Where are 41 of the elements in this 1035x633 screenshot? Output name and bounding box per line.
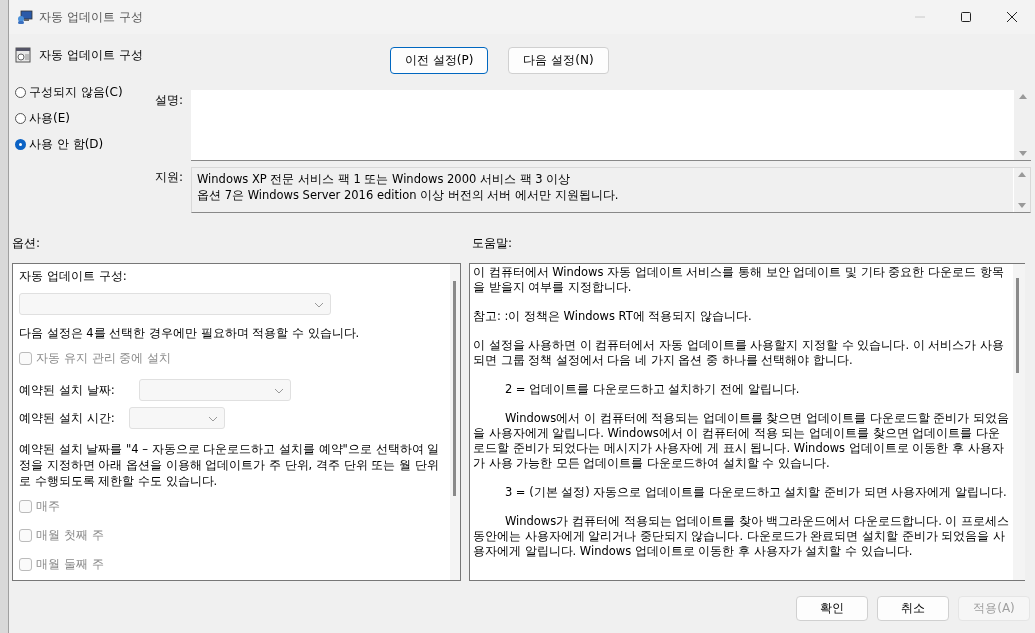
help-paragraph: 이 컴퓨터에서 Windows 자동 업데이트 서비스를 통해 보안 업데이트 및 기타 중요한 다운로드 항목을 받을지 여부를 지정합니다. [472, 265, 1005, 295]
help-paragraph: 이 설정을 사용하면 이 컴퓨터에서 자동 업데이트를 사용할지 지정할 수 있습니다. 이 서비스가 사용되면 그룹 정책 설정에서 다음 네 가지 옵션 중 하나를 선택해야 합니다. [472, 338, 1006, 368]
window-title: 자동 업데이트 구성 [39, 8, 143, 26]
help-paragraph: 참고: :이 정책은 Windows RT에 적용되지 않습니다. [472, 309, 753, 324]
help-paragraph: Windows에서 이 컴퓨터에 적용되는 업데이트를 찾으면 업데이트를 다운로드할 준비가 되었음을 사용자에게 알립니다. Windows에서 이 컴퓨터에 적용 되는 업데이트를 찾으면 업데이트를 다운로드할 준비가 되었다는 메시지가 사용자에 게 표시 됩니다. Windows 업데이트로 이동한 후 사용자가 사용 가능한 모든 업데이트를 다운로드하여 설치할 수 있습니다. [472, 411, 1010, 471]
option-label: 예약된 설치 날짜: [19, 381, 116, 399]
nav-button[interactable]: 다음 설정(N) [508, 47, 609, 74]
scroll-up-icon[interactable] [1018, 93, 1027, 99]
section-label: 도움말: [470, 235, 513, 252]
scrollbar-thumb[interactable] [452, 281, 456, 496]
radio-button[interactable] [15, 113, 26, 124]
support-text: 옵션 7은 Windows Server 2016 edition 이상 버전의 서버 에서만 지원됩니다. [197, 187, 620, 203]
setting-title: 자동 업데이트 구성 [39, 46, 143, 64]
dialog-button[interactable]: 취소 [877, 596, 949, 621]
option-label: 예약된 설치 시간: [19, 409, 116, 427]
description-field[interactable] [191, 90, 1031, 161]
scroll-up-icon[interactable] [1018, 171, 1026, 177]
field-label: 설명: [155, 92, 185, 109]
section-label: 옵션: [12, 235, 42, 252]
nav-button[interactable]: 이전 설정(P) [390, 47, 489, 74]
radio-label[interactable]: 구성되지 않음(C) [29, 84, 123, 101]
help-paragraph: 2 = 업데이트를 다운로드하고 설치하기 전에 알립니다. [503, 382, 801, 397]
settings-page-icon [15, 47, 31, 63]
radio-label[interactable]: 사용 안 함(D) [29, 136, 104, 153]
dialog-button[interactable]: 확인 [796, 596, 868, 621]
computer-icon [17, 9, 33, 25]
scrollbar-thumb[interactable] [1016, 278, 1019, 373]
close-icon[interactable] [1007, 12, 1017, 22]
help-paragraph: Windows가 컴퓨터에 적용되는 업데이트를 찾아 백그라운드에서 다운로드합니다. 이 프로세스 동안에는 사용자에게 알리거나 중단되지 않습니다. 다운로드가 완료되면 설치할 준비가 되었음을 사용자에게 알립니다. Windows 업데이트로 이동한 후 사용자가 설치할 수 있습니다. [472, 514, 1010, 559]
field-label: 지원: [155, 169, 185, 186]
maximize-icon[interactable] [961, 12, 971, 22]
radio-label[interactable]: 사용(E) [29, 110, 70, 127]
option-label: 자동 업데이트 구성: [19, 268, 128, 285]
scroll-down-icon[interactable] [1018, 203, 1026, 209]
radio-button[interactable] [15, 87, 26, 98]
support-text: Windows XP 전문 서비스 팩 1 또는 Windows 2000 서비스 팩 3 이상 [197, 171, 572, 187]
scroll-down-icon[interactable] [1018, 151, 1027, 157]
help-paragraph: 3 = (기본 설정) 자동으로 업데이트를 다운로드하고 설치할 준비가 되면 사용자에게 알립니다. [503, 485, 1008, 500]
radio-button[interactable] [15, 139, 26, 150]
option-text: 예약된 설치 날짜를 "4 – 자동으로 다운로드하고 설치를 예약"으로 선택하여 일정을 지정하면 아래 옵션을 이용해 업데이트가 주 단위, 격주 단위 또는 월 단위로 수행되도록 제한할 수도 있습니다. [19, 441, 441, 489]
option-text: 다음 설정은 4를 선택한 경우에만 필요하며 적용할 수 있습니다. [19, 325, 361, 341]
